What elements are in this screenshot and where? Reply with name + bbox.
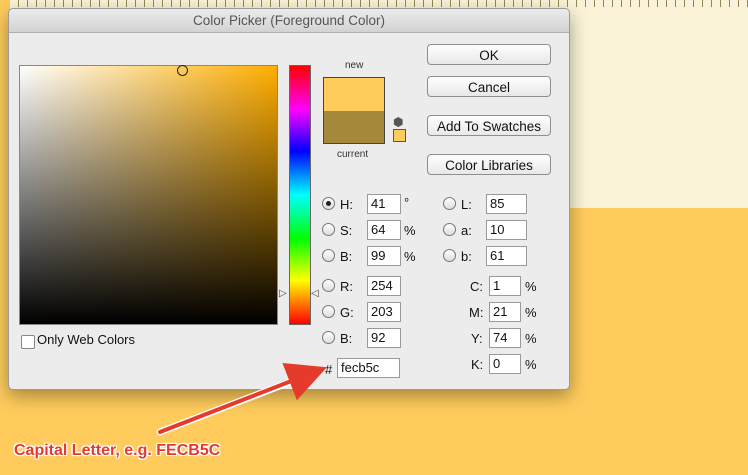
annotation-arrow bbox=[156, 363, 327, 436]
annotation-text: Capital Letter, e.g. FECB5C bbox=[14, 442, 221, 459]
